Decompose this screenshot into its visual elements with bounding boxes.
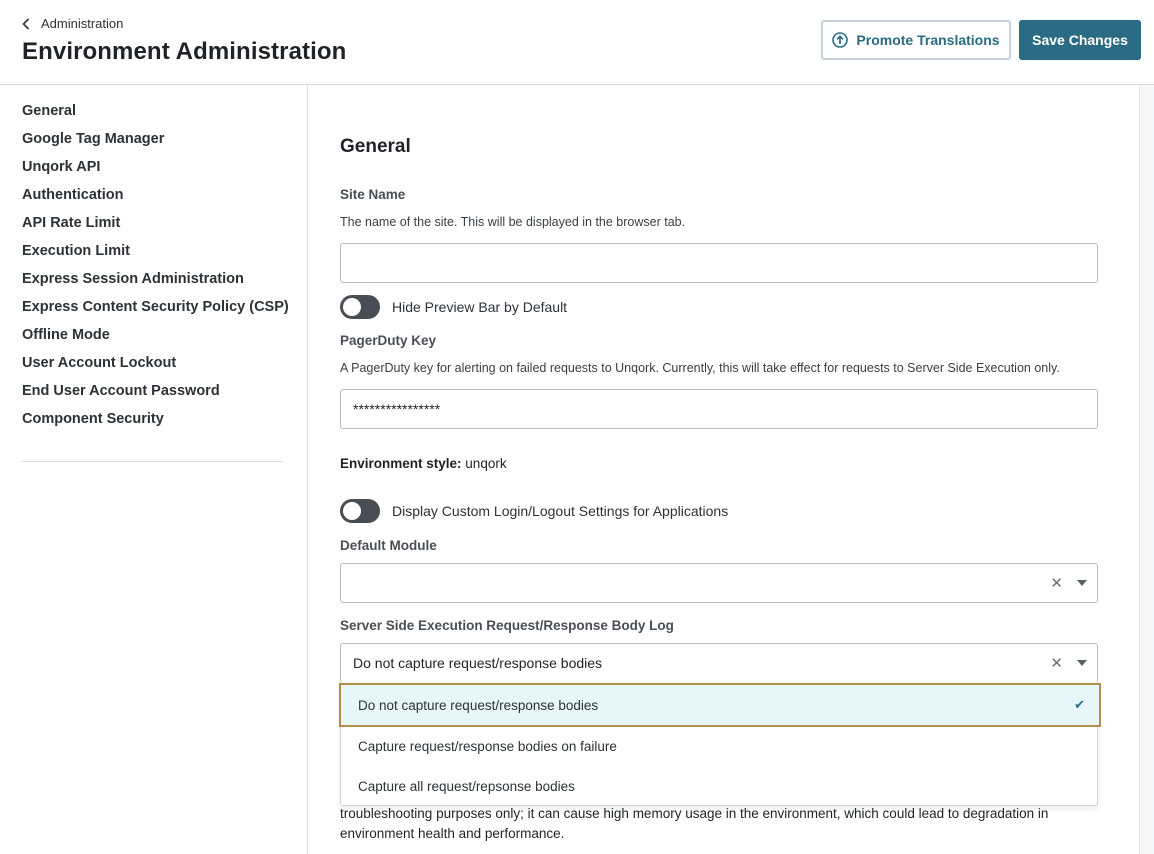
sidebar-item-execution-limit[interactable]: Execution Limit bbox=[22, 240, 289, 268]
promote-translations-label: Promote Translations bbox=[856, 32, 1000, 48]
custom-login-row: Display Custom Login/Logout Settings for… bbox=[340, 499, 728, 523]
sse-log-select[interactable]: Do not capture request/response bodies ✕ bbox=[340, 643, 1098, 683]
settings-card: General Site Name The name of the site. … bbox=[309, 85, 1140, 854]
breadcrumb[interactable]: Administration bbox=[22, 16, 123, 31]
dropdown-option-label: Capture all request/repsonse bodies bbox=[358, 778, 575, 794]
hide-preview-bar-label: Hide Preview Bar by Default bbox=[392, 299, 568, 315]
pagerduty-label: PagerDuty Key bbox=[340, 333, 437, 348]
sse-log-label: Server Side Execution Request/Response B… bbox=[340, 618, 674, 633]
custom-login-toggle[interactable] bbox=[340, 499, 380, 523]
toggle-knob bbox=[343, 502, 361, 520]
sidebar-item-express-csp[interactable]: Express Content Security Policy (CSP) bbox=[22, 296, 289, 324]
upload-circle-icon bbox=[832, 32, 849, 48]
environment-style: Environment style: unqork bbox=[340, 456, 507, 471]
sidebar: General Google Tag Manager Unqork API Au… bbox=[0, 85, 308, 854]
scrollbar-track[interactable] bbox=[1141, 85, 1154, 854]
dropdown-option[interactable]: Do not capture request/response bodies ✔ bbox=[339, 683, 1101, 727]
dropdown-option-label: Do not capture request/response bodies bbox=[358, 697, 599, 713]
hide-preview-bar-toggle[interactable] bbox=[340, 295, 380, 319]
select-controls: ✕ bbox=[1050, 564, 1087, 602]
pagerduty-description: A PagerDuty key for alerting on failed r… bbox=[340, 361, 1060, 375]
site-name-description: The name of the site. This will be displ… bbox=[340, 215, 686, 229]
default-module-select[interactable]: ✕ bbox=[340, 563, 1098, 603]
select-controls: ✕ bbox=[1050, 644, 1087, 682]
caret-down-icon[interactable] bbox=[1077, 660, 1087, 666]
environment-style-label: Environment style: bbox=[340, 456, 462, 471]
sidebar-item-end-user-account-password[interactable]: End User Account Password bbox=[22, 380, 289, 408]
caret-down-icon[interactable] bbox=[1077, 580, 1087, 586]
environment-style-value: unqork bbox=[465, 456, 507, 471]
sse-log-dropdown-menu: Do not capture request/response bodies ✔… bbox=[339, 682, 1101, 806]
chevron-left-icon[interactable] bbox=[22, 17, 32, 31]
site-name-label: Site Name bbox=[340, 187, 406, 202]
sidebar-item-api-rate-limit[interactable]: API Rate Limit bbox=[22, 212, 289, 240]
check-icon: ✔ bbox=[1074, 697, 1085, 712]
dropdown-option-label: Capture request/response bodies on failu… bbox=[358, 738, 617, 754]
sidebar-item-authentication[interactable]: Authentication bbox=[22, 184, 289, 212]
dropdown-option[interactable]: Capture request/response bodies on failu… bbox=[341, 726, 1099, 766]
sidebar-item-express-session-administration[interactable]: Express Session Administration bbox=[22, 268, 289, 296]
sidebar-item-component-security[interactable]: Component Security bbox=[22, 408, 289, 436]
sse-log-value: Do not capture request/response bodies bbox=[353, 655, 603, 671]
pagerduty-key-input[interactable]: **************** bbox=[340, 389, 1098, 429]
promote-translations-button[interactable]: Promote Translations bbox=[821, 20, 1011, 60]
sidebar-nav: General Google Tag Manager Unqork API Au… bbox=[22, 100, 289, 436]
breadcrumb-link[interactable]: Administration bbox=[41, 16, 123, 31]
dropdown-option[interactable]: Capture all request/repsonse bodies bbox=[341, 766, 1099, 806]
custom-login-label: Display Custom Login/Logout Settings for… bbox=[392, 503, 729, 519]
sidebar-item-general[interactable]: General bbox=[22, 100, 289, 128]
page-title: Environment Administration bbox=[22, 38, 347, 65]
sidebar-item-google-tag-manager[interactable]: Google Tag Manager bbox=[22, 128, 289, 156]
toggle-knob bbox=[343, 298, 361, 316]
sidebar-item-unqork-api[interactable]: Unqork API bbox=[22, 156, 289, 184]
sidebar-item-user-account-lockout[interactable]: User Account Lockout bbox=[22, 352, 289, 380]
close-icon[interactable]: ✕ bbox=[1050, 656, 1063, 671]
sse-log-warning-text: troubleshooting purposes only; it can ca… bbox=[340, 806, 1049, 841]
site-name-input[interactable] bbox=[340, 243, 1098, 283]
main-content: General Site Name The name of the site. … bbox=[309, 85, 1154, 854]
close-icon[interactable]: ✕ bbox=[1050, 576, 1063, 591]
hide-preview-bar-row: Hide Preview Bar by Default bbox=[340, 295, 567, 319]
page-header: Administration Environment Administratio… bbox=[0, 0, 1154, 85]
sidebar-item-offline-mode[interactable]: Offline Mode bbox=[22, 324, 289, 352]
section-title: General bbox=[340, 136, 411, 157]
save-changes-button[interactable]: Save Changes bbox=[1019, 20, 1141, 60]
default-module-label: Default Module bbox=[340, 538, 437, 553]
sidebar-divider bbox=[22, 461, 283, 462]
